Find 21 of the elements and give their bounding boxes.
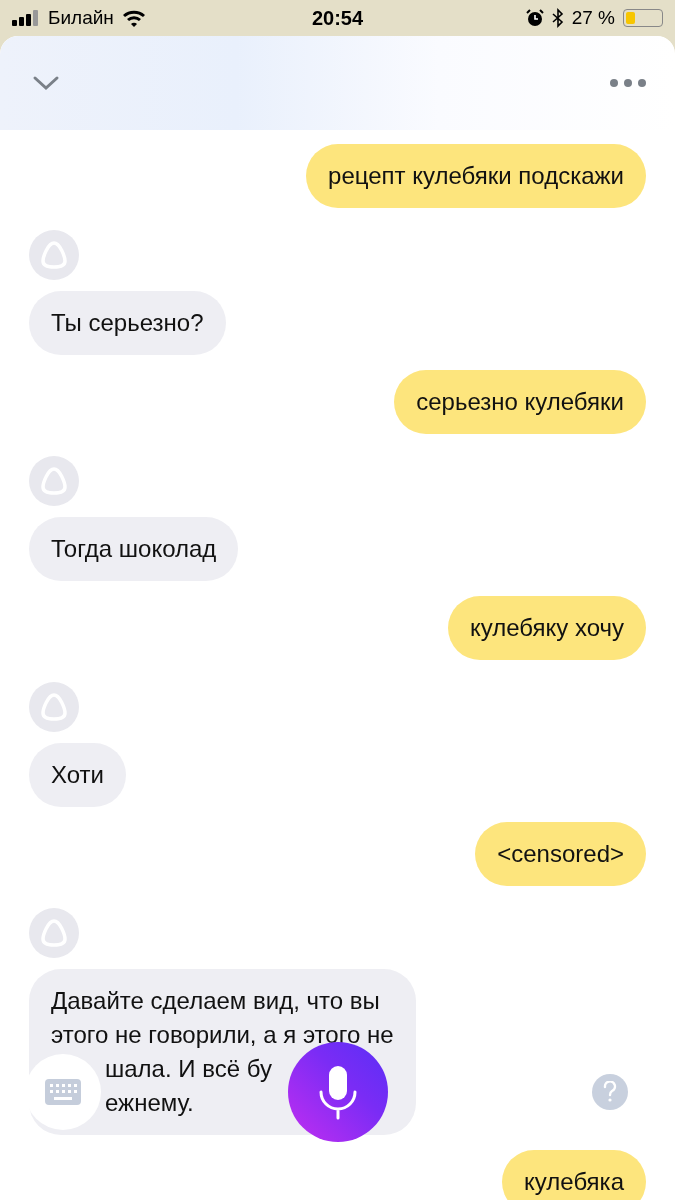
alarm-icon [525, 9, 544, 27]
chevron-down-icon[interactable] [32, 75, 60, 91]
status-time: 20:54 [311, 6, 364, 30]
user-message: кулебяку хочу [447, 596, 646, 660]
user-message: серьезно кулебяки [394, 370, 646, 434]
microphone-icon [318, 1064, 358, 1120]
user-message: кулебяка [502, 1150, 646, 1200]
assistant-message: Тогда шоколад [29, 517, 239, 581]
assistant-message: Ты серьезно? [29, 291, 226, 355]
bluetooth-icon [551, 8, 564, 28]
more-icon[interactable] [609, 78, 647, 88]
keyboard-icon [45, 1079, 81, 1105]
battery-icon [623, 9, 663, 27]
wifi-icon [121, 9, 146, 27]
assistant-message: Хоти [29, 743, 126, 807]
battery-percent: 27 % [571, 7, 615, 29]
user-message: <censored> [475, 822, 646, 886]
question-mark-icon [603, 1081, 617, 1103]
carrier-name: Билайн [48, 7, 114, 29]
user-message: рецепт кулебяки подскажи [306, 144, 646, 208]
signal-icon [12, 10, 40, 26]
